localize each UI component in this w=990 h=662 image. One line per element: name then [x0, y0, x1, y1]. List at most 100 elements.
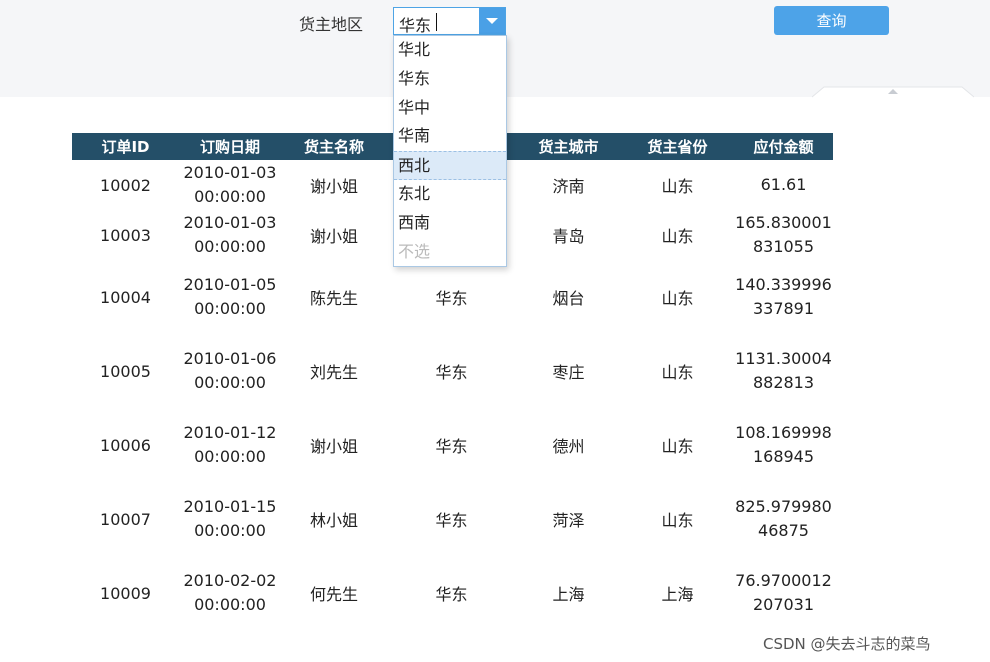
cell-ship-region: 华东 [435, 437, 468, 456]
table-row: 10005 2010-01-06 00:00:00 刘先生 华东 枣庄 山东 11… [72, 334, 833, 408]
time-text: 00:00:00 [194, 373, 266, 392]
table-row: 10009 2010-02-02 00:00:00 何先生 华东 上海 上海 76… [72, 556, 833, 630]
dropdown-option[interactable]: 华东 [394, 65, 506, 94]
cell-order-id: 10009 [100, 583, 151, 603]
cell-amount: 165.830001 831055 [734, 210, 833, 260]
cell-order-id: 10007 [100, 509, 151, 529]
amount-text-cont: 831055 [752, 237, 815, 256]
cell-amount: 140.339996 337891 [734, 260, 833, 334]
region-combo-box[interactable]: 华东 [393, 7, 506, 35]
cell-ship-province: 山东 [661, 227, 694, 246]
cell-ship-region: 华东 [435, 363, 468, 382]
dropdown-option[interactable]: 华南 [394, 122, 506, 151]
header-order-id: 订单ID [72, 133, 179, 160]
dropdown-option-highlighted[interactable]: 西北 [394, 151, 506, 180]
date-text: 2010-01-03 [183, 213, 277, 232]
cell-order-id: 10003 [100, 225, 151, 245]
date-text: 2010-01-05 [183, 275, 277, 294]
cell-order-id: 10005 [100, 361, 151, 381]
cell-ship-name: 谢小姐 [309, 437, 358, 456]
dropdown-option[interactable]: 华中 [394, 94, 506, 123]
date-text: 2010-01-03 [183, 163, 277, 182]
dropdown-option[interactable]: 西南 [394, 209, 506, 238]
date-text: 2010-01-12 [183, 423, 277, 442]
cell-amount: 76.9700012 207031 [734, 556, 833, 630]
amount-text-cont: 337891 [752, 299, 815, 318]
date-text: 2010-01-06 [183, 349, 277, 368]
amount-text-cont: 882813 [752, 373, 815, 392]
cell-order-date: 2010-01-15 00:00:00 [179, 482, 281, 556]
cell-ship-city: 菏泽 [552, 511, 585, 530]
amount-text: 76.9700012 [735, 571, 832, 590]
cell-ship-name: 刘先生 [309, 363, 358, 382]
cell-ship-region: 华东 [435, 289, 468, 308]
time-text: 00:00:00 [194, 187, 266, 206]
amount-text-cont: 168945 [752, 447, 815, 466]
cell-ship-name: 何先生 [309, 585, 358, 604]
dropdown-option[interactable]: 华北 [394, 36, 506, 65]
header-amount: 应付金额 [734, 133, 833, 160]
date-text: 2010-01-15 [183, 497, 277, 516]
header-ship-province: 货主省份 [621, 133, 734, 160]
cell-ship-name: 陈先生 [309, 289, 358, 308]
cell-ship-city: 烟台 [552, 289, 585, 308]
amount-text: 140.339996 [735, 275, 832, 294]
cell-order-id: 10002 [100, 175, 151, 195]
time-text: 00:00:00 [194, 237, 266, 256]
amount-text-cont: 207031 [752, 595, 815, 614]
dropdown-option-none[interactable]: 不选 [394, 238, 506, 267]
cell-ship-province: 山东 [661, 511, 694, 530]
cell-order-id: 10006 [100, 435, 151, 455]
time-text: 00:00:00 [194, 521, 266, 540]
report-page: 货主地区 华东 查询 订单ID 订购日期 货主名称 货主城市 货主省份 应付金额 [0, 0, 990, 662]
cell-order-date: 2010-01-12 00:00:00 [179, 408, 281, 482]
cell-amount: 825.979980 46875 [734, 482, 833, 556]
cell-ship-province: 山东 [661, 437, 694, 456]
cell-ship-region: 华东 [435, 585, 468, 604]
cell-ship-city: 上海 [552, 585, 585, 604]
header-ship-name: 货主名称 [281, 133, 387, 160]
cell-ship-name: 林小姐 [309, 511, 358, 530]
amount-text: 825.979980 [735, 497, 832, 516]
text-cursor [436, 13, 437, 31]
cell-ship-city: 枣庄 [552, 363, 585, 382]
header-order-date: 订购日期 [179, 133, 281, 160]
time-text: 00:00:00 [194, 299, 266, 318]
amount-text: 1131.30004 [735, 349, 832, 368]
table-row: 10007 2010-01-15 00:00:00 林小姐 华东 菏泽 山东 82… [72, 482, 833, 556]
cell-ship-city: 德州 [552, 437, 585, 456]
cell-ship-province: 山东 [661, 177, 694, 196]
cell-amount: 108.169998 168945 [734, 408, 833, 482]
cell-ship-city: 济南 [552, 177, 585, 196]
cell-order-id: 10004 [100, 287, 151, 307]
table-row: 10004 2010-01-05 00:00:00 陈先生 华东 烟台 山东 14… [72, 260, 833, 334]
cell-order-date: 2010-01-06 00:00:00 [179, 334, 281, 408]
cell-ship-province: 上海 [661, 585, 694, 604]
table-row: 10006 2010-01-12 00:00:00 谢小姐 华东 德州 山东 10… [72, 408, 833, 482]
cell-ship-name: 谢小姐 [309, 227, 358, 246]
cell-ship-province: 山东 [661, 289, 694, 308]
amount-text-cont: 46875 [758, 521, 809, 540]
date-text: 2010-02-02 [183, 571, 277, 590]
cell-ship-province: 山东 [661, 363, 694, 382]
query-button[interactable]: 查询 [774, 6, 889, 35]
watermark: CSDN @失去斗志的菜鸟 [763, 635, 931, 653]
cell-order-date: 2010-01-05 00:00:00 [179, 260, 281, 334]
dropdown-option[interactable]: 东北 [394, 180, 506, 209]
region-dropdown-list[interactable]: 华北 华东 华中 华南 西北 东北 西南 不选 [393, 35, 507, 267]
time-text: 00:00:00 [194, 447, 266, 466]
amount-text: 165.830001 [735, 213, 832, 232]
cell-ship-region: 华东 [435, 511, 468, 530]
amount-text: 108.169998 [735, 423, 832, 442]
chevron-down-icon[interactable] [479, 8, 505, 34]
header-ship-city: 货主城市 [516, 133, 621, 160]
cell-order-date: 2010-02-02 00:00:00 [179, 556, 281, 630]
region-param-label: 货主地区 [299, 15, 364, 34]
time-text: 00:00:00 [194, 595, 266, 614]
cell-amount: 61.61 [734, 160, 833, 210]
collapse-panel-icon[interactable] [812, 86, 974, 98]
cell-order-date: 2010-01-03 00:00:00 [179, 160, 281, 210]
region-combo-value[interactable]: 华东 [399, 12, 431, 36]
amount-text: 61.61 [760, 175, 807, 194]
cell-ship-name: 谢小姐 [309, 177, 358, 196]
